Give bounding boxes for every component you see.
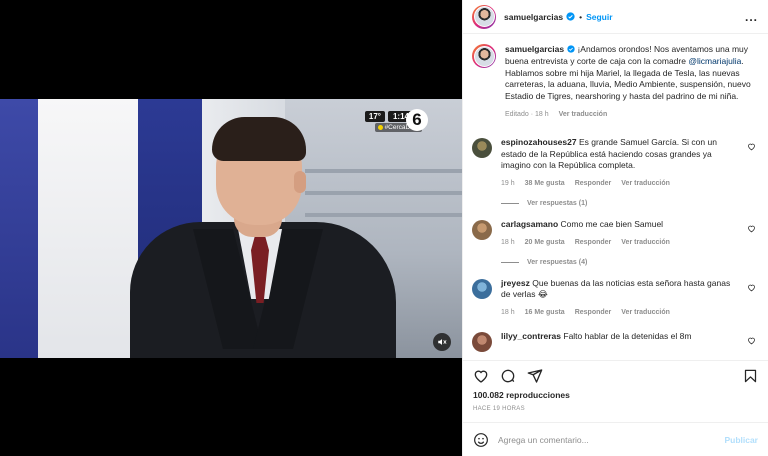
comment-item: carlagsamano Como me cae bien Samuel 18 … (472, 219, 756, 249)
likes-count[interactable]: 16 Me gusta (525, 307, 565, 319)
caption-mention-link[interactable]: @licmariajulia (688, 56, 741, 66)
heart-icon[interactable] (747, 336, 756, 345)
comment-item: jreyesz Que buenas da las noticias esta … (472, 278, 756, 319)
post-header: samuelgarcias • Seguir ... (463, 0, 768, 34)
media-pane: 17° 1:14 #CercaDeTi 6 (0, 0, 462, 456)
post-caption: samuelgarcias ¡Andamos orondos! Nos aven… (472, 44, 756, 121)
reply-button[interactable]: Responder (575, 307, 612, 319)
verified-badge-icon (566, 12, 575, 21)
author-username[interactable]: samuelgarcias (504, 12, 563, 22)
comment-item: espinozahouses27 Es grande Samuel García… (472, 137, 756, 190)
view-replies-button[interactable]: Ver respuestas (1) (501, 200, 756, 207)
avatar[interactable] (472, 44, 496, 68)
comments-list[interactable]: samuelgarcias ¡Andamos orondos! Nos aven… (463, 34, 768, 360)
see-translation-button[interactable]: Ver traducción (621, 178, 670, 190)
temperature-label: 17° (364, 111, 385, 122)
avatar[interactable] (472, 4, 496, 29)
verified-badge-icon (567, 45, 575, 53)
edited-label: Editado (505, 110, 529, 118)
timestamp: 18 h (534, 110, 549, 118)
view-replies-button[interactable]: Ver respuestas (4) (501, 259, 756, 266)
like-heart-icon[interactable] (473, 368, 489, 384)
comment-input[interactable]: Agrega un comentario... (498, 435, 715, 445)
likes-count[interactable]: 38 Me gusta (525, 178, 565, 190)
avatar[interactable] (472, 278, 492, 299)
see-translation-button[interactable]: Ver traducción (621, 307, 670, 319)
comment-meta: 18 h 16 Me gusta Responder Ver traducció… (501, 307, 742, 319)
studio-background (38, 99, 138, 358)
more-options-icon[interactable]: ... (745, 10, 758, 24)
follow-button[interactable]: Seguir (586, 12, 612, 22)
comment-username[interactable]: espinozahouses27 (501, 137, 577, 147)
comment-username[interactable]: lilyy_contreras (501, 331, 561, 341)
emoji-smiley-icon[interactable] (473, 432, 489, 448)
hashtag-dot-icon (377, 125, 383, 130)
comment-item: lilyy_contreras Falto hablar de la deten… (472, 331, 756, 352)
studio-background (0, 99, 38, 358)
heart-icon[interactable] (747, 224, 756, 233)
caption-username[interactable]: samuelgarcias (505, 44, 564, 54)
share-paper-plane-icon[interactable] (527, 368, 543, 384)
caption-meta: Editado · 18 h Ver traducción (505, 109, 756, 121)
avatar[interactable] (472, 137, 492, 158)
likes-count[interactable]: 20 Me gusta (525, 237, 565, 249)
see-translation-button[interactable]: Ver traducción (621, 237, 670, 249)
instagram-post-modal: 17° 1:14 #CercaDeTi 6 samuelgarcias • Se… (0, 0, 768, 456)
comment-text: Falto hablar de la detenidas el 8m (561, 330, 692, 341)
reply-button[interactable]: Responder (575, 178, 612, 190)
save-bookmark-icon[interactable] (743, 368, 758, 384)
avatar[interactable] (472, 331, 492, 352)
channel-logo: 6 (406, 109, 428, 131)
heart-icon[interactable] (747, 142, 756, 151)
interviewee-figure (128, 117, 408, 358)
comment-username[interactable]: jreyesz (501, 278, 530, 288)
comment-text: Como me cae bien Samuel (558, 218, 664, 229)
avatar[interactable] (472, 219, 492, 240)
comment-meta: 18 h 20 Me gusta Responder Ver traducció… (501, 237, 742, 249)
heart-icon[interactable] (747, 283, 756, 292)
reply-button[interactable]: Responder (575, 237, 612, 249)
mute-toggle-button[interactable] (433, 333, 451, 351)
post-actions (463, 360, 768, 390)
comment-bubble-icon[interactable] (500, 368, 516, 384)
comment-username[interactable]: carlagsamano (501, 219, 558, 229)
speaker-muted-icon (438, 339, 447, 345)
video-player[interactable]: 17° 1:14 #CercaDeTi 6 (0, 99, 462, 358)
comment-meta: 19 h 38 Me gusta Responder Ver traducció… (501, 178, 742, 190)
post-sidebar: samuelgarcias • Seguir ... samuelgarcias… (462, 0, 768, 456)
timestamp: 19 h (501, 180, 515, 188)
post-time-ago: HACE 19 HORAS (473, 406, 525, 412)
views-count[interactable]: 100.082 reproducciones (463, 390, 768, 404)
separator-dot: • (579, 11, 583, 22)
publish-button[interactable]: Publicar (724, 435, 758, 445)
add-comment-row: Agrega un comentario... Publicar (463, 422, 768, 456)
timestamp: 18 h (501, 238, 515, 246)
comment-text: Que buenas da las noticias esta señora h… (501, 277, 731, 300)
timestamp: 18 h (501, 309, 515, 317)
see-translation-button[interactable]: Ver traducción (559, 109, 608, 121)
